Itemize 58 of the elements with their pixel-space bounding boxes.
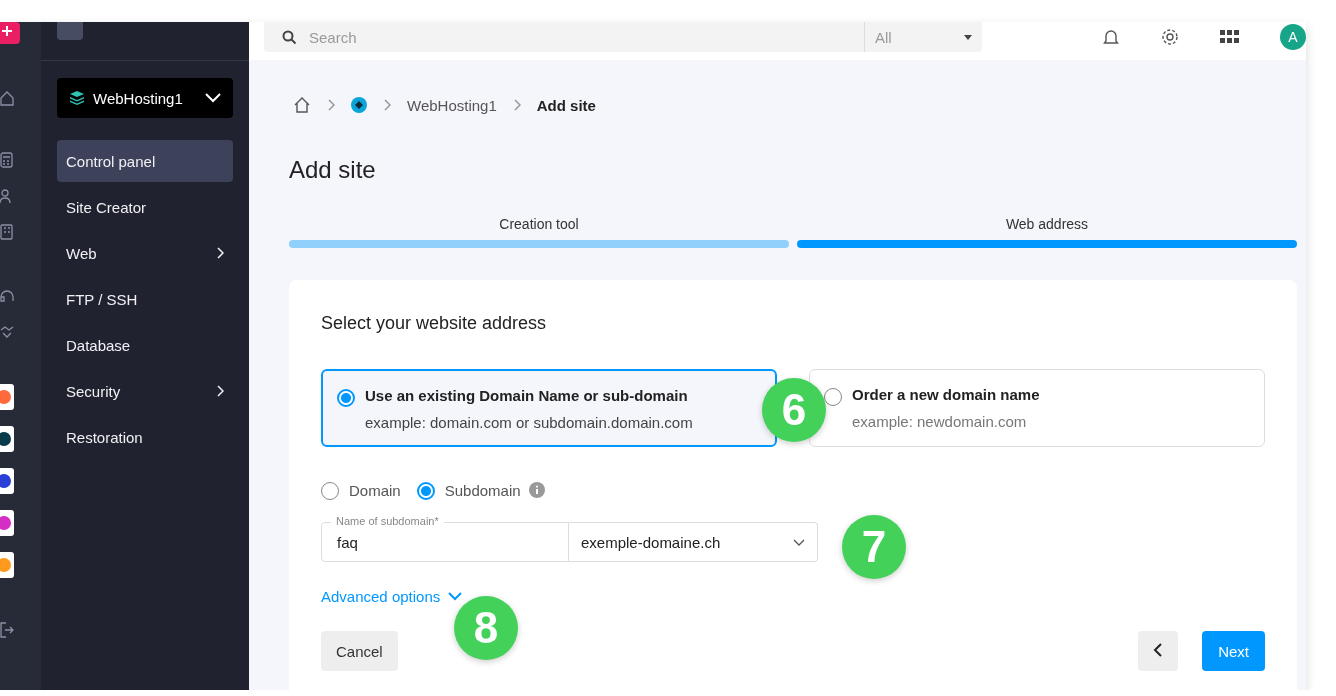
radio-button[interactable] xyxy=(416,482,435,500)
chevron-right-icon xyxy=(216,247,224,259)
caret-icon xyxy=(964,34,972,40)
breadcrumb-current: Add site xyxy=(536,96,596,114)
apps-grid-icon[interactable] xyxy=(1220,30,1240,44)
chevron-down-icon xyxy=(793,538,805,546)
sidebar-item[interactable]: FTP / SSH xyxy=(57,278,233,320)
logout-icon[interactable] xyxy=(0,622,14,638)
sidebar-item[interactable]: Site Creator xyxy=(57,186,233,228)
radio-button[interactable] xyxy=(337,389,355,407)
product-dropdown[interactable]: WebHosting1 xyxy=(57,78,233,118)
logo-icon[interactable] xyxy=(351,97,367,113)
option-title: Use an existing Domain Name or sub-domain xyxy=(365,387,689,404)
sidebar-item[interactable]: Security xyxy=(57,370,233,412)
bell-icon[interactable] xyxy=(1102,28,1120,46)
chevron-right-icon xyxy=(327,98,335,111)
option-card[interactable]: Use an existing Domain Name or sub-domain example: domain.com or subdomain.domain.com xyxy=(321,369,777,447)
domain-dropdown[interactable]: exemple-domaine.ch xyxy=(569,522,818,562)
radio-label[interactable]: Domain xyxy=(349,481,401,499)
option-example: example: domain.com or subdomain.domain.com xyxy=(365,414,693,431)
calculator-icon[interactable] xyxy=(0,152,14,168)
chevron-right-icon xyxy=(512,98,521,111)
step-label: Web address xyxy=(1005,216,1089,232)
radio-label[interactable]: Subdomain xyxy=(444,481,521,499)
field-label: Name of subdomain* xyxy=(331,514,444,528)
headset-icon[interactable] xyxy=(0,288,14,304)
app-icon[interactable] xyxy=(0,426,14,452)
sidebar-item[interactable]: Restoration xyxy=(57,416,233,458)
search-icon xyxy=(282,29,297,45)
home-icon[interactable] xyxy=(0,90,14,106)
home-icon[interactable] xyxy=(293,96,311,114)
layers-icon xyxy=(69,90,85,106)
users-icon[interactable] xyxy=(0,188,14,204)
step-label: Creation tool xyxy=(499,216,579,232)
search-placeholder: Search xyxy=(309,28,357,46)
option-example: example: newdomain.com xyxy=(852,413,1028,430)
sidebar-item[interactable]: Web xyxy=(57,232,233,274)
page-title: Add site xyxy=(289,156,376,183)
chevron-down-icon xyxy=(205,93,221,103)
chevron-down-icon xyxy=(448,592,463,601)
chevron-left-icon xyxy=(1153,642,1164,657)
back-button[interactable] xyxy=(1138,631,1179,671)
section-heading: Select your website address xyxy=(321,312,548,334)
app-icon[interactable] xyxy=(0,468,14,494)
sidebar-item[interactable]: Control panel xyxy=(57,140,233,182)
option-title: Order a new domain name xyxy=(852,386,1040,403)
plus-icon[interactable] xyxy=(0,22,20,44)
cancel-button[interactable]: Cancel xyxy=(321,631,398,671)
chevron-right-icon xyxy=(383,98,391,111)
field-value: faq xyxy=(337,533,358,551)
gear-icon[interactable] xyxy=(1160,27,1180,47)
info-icon[interactable] xyxy=(528,482,545,498)
chevron-right-icon xyxy=(216,385,224,397)
sidebar-item[interactable]: Database xyxy=(57,324,233,366)
radio-button[interactable] xyxy=(824,388,842,406)
radio-button[interactable] xyxy=(321,482,339,500)
building-icon[interactable] xyxy=(0,224,14,240)
breadcrumb-link[interactable]: WebHosting1 xyxy=(407,96,497,114)
